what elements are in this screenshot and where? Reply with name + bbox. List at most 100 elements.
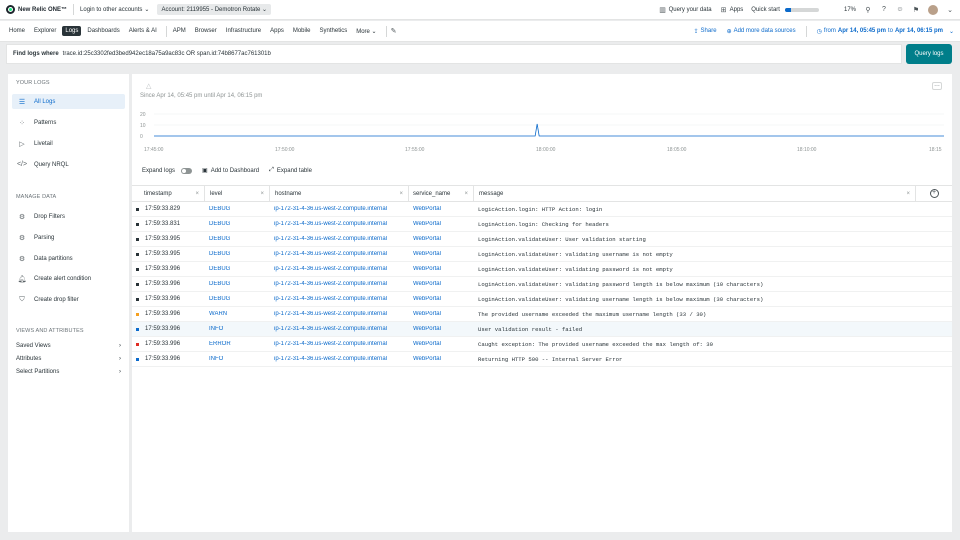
cell-service-name[interactable]: WebPortal [409, 206, 474, 212]
cell-hostname[interactable]: ip-172-31-4-36.us-west-2.compute.interna… [270, 341, 409, 347]
table-row[interactable]: 17:59:33.996 INFO ip-172-31-4-36.us-west-2… [132, 322, 952, 337]
sidebar-item-drop-filters[interactable]: ⚙ Drop Filters [12, 209, 125, 224]
cell-service-name[interactable]: WebPortal [409, 326, 474, 332]
column-header-level[interactable]: level × [205, 186, 270, 201]
nav-mobile[interactable]: Mobile [290, 26, 314, 36]
cell-hostname[interactable]: ip-172-31-4-36.us-west-2.compute.interna… [270, 281, 409, 287]
feedback-icon[interactable]: ☺ [896, 6, 904, 14]
nav-apps[interactable]: Apps [267, 26, 287, 36]
nav-apm[interactable]: APM [170, 26, 189, 36]
sidebar-item-parsing[interactable]: ⚙ Parsing [12, 230, 125, 245]
remove-column-icon[interactable]: × [399, 191, 403, 197]
toggle-switch[interactable] [181, 167, 193, 174]
sidebar-item-all-logs[interactable]: ☰ All Logs [12, 94, 125, 109]
cell-service-name[interactable]: WebPortal [409, 266, 474, 272]
help-icon[interactable]: ? [880, 6, 888, 14]
apps-button[interactable]: ⊞ Apps [720, 6, 744, 14]
cell-level[interactable]: DEBUG [205, 266, 270, 272]
column-header-timestamp[interactable]: timestamp × [132, 186, 205, 201]
avatar[interactable] [928, 4, 938, 15]
table-row[interactable]: 17:59:33.996 WARN ip-172-31-4-36.us-west-2… [132, 307, 952, 322]
login-other-accounts[interactable]: Login to other accounts ⌄ [80, 6, 149, 14]
cell-level[interactable]: INFO [205, 356, 270, 362]
sidebar-item-livetail[interactable]: ▷ Livetail [12, 136, 125, 151]
nav-explorer[interactable]: Explorer [31, 26, 59, 36]
cell-service-name[interactable]: WebPortal [409, 356, 474, 362]
cell-service-name[interactable]: WebPortal [409, 221, 474, 227]
add-to-dashboard-button[interactable]: ▣ Add to Dashboard [202, 167, 259, 175]
account-selector[interactable]: Account: 2119955 - Demotron Rotate ⌄ [157, 4, 272, 15]
table-row[interactable]: 17:59:33.995 DEBUG ip-172-31-4-36.us-west-… [132, 247, 952, 262]
sidebar-item-data-partitions[interactable]: ⚙ Data partitions [12, 251, 125, 266]
nav-alerts[interactable]: Alerts & AI [126, 26, 160, 36]
query-logs-button[interactable]: Query logs [906, 44, 952, 64]
cell-service-name[interactable]: WebPortal [409, 251, 474, 257]
remove-column-icon[interactable]: × [464, 191, 468, 197]
expand-logs-toggle[interactable]: Expand logs [142, 167, 193, 174]
nav-browser[interactable]: Browser [192, 26, 220, 36]
cell-hostname[interactable]: ip-172-31-4-36.us-west-2.compute.interna… [270, 326, 409, 332]
cell-service-name[interactable]: WebPortal [409, 341, 474, 347]
share-button[interactable]: ⇪ Share [694, 28, 717, 35]
sidebar-item-create-alert[interactable]: 🔔︎ Create alert condition [12, 271, 125, 286]
notifications-icon[interactable]: ⚑ [912, 6, 920, 14]
table-row[interactable]: 17:59:33.831 DEBUG ip-172-31-4-36.us-west-… [132, 217, 952, 232]
sidebar-item-query-nrql[interactable]: </> Query NRQL [12, 157, 125, 172]
cell-level[interactable]: DEBUG [205, 236, 270, 242]
time-picker[interactable]: ◷ from Apr 14, 05:45 pm to Apr 14, 06:15… [817, 28, 954, 35]
table-row[interactable]: 17:59:33.829 DEBUG ip-172-31-4-36.us-west-… [132, 202, 952, 217]
cell-hostname[interactable]: ip-172-31-4-36.us-west-2.compute.interna… [270, 236, 409, 242]
cell-hostname[interactable]: ip-172-31-4-36.us-west-2.compute.interna… [270, 251, 409, 257]
nav-synthetics[interactable]: Synthetics [317, 26, 351, 36]
sidebar-item-select-partitions[interactable]: Select Partitions › [16, 369, 121, 375]
expand-table-button[interactable]: ⤢ Expand table [269, 167, 312, 174]
cell-level[interactable]: WARN [205, 311, 270, 317]
cell-level[interactable]: INFO [205, 326, 270, 332]
brand-logo[interactable]: New Relic ONE™ [6, 5, 67, 14]
column-header-hostname[interactable]: hostname × [270, 186, 409, 201]
quick-start-button[interactable]: Quick start 17% [751, 7, 856, 13]
remove-column-icon[interactable]: × [906, 191, 910, 197]
edit-pencil-icon[interactable]: ✎ [390, 27, 398, 35]
column-header-service-name[interactable]: service_name × [409, 186, 474, 201]
cell-hostname[interactable]: ip-172-31-4-36.us-west-2.compute.interna… [270, 221, 409, 227]
table-row[interactable]: 17:59:33.996 DEBUG ip-172-31-4-36.us-west-… [132, 262, 952, 277]
nav-home[interactable]: Home [6, 26, 28, 36]
search-icon[interactable]: ⚲ [864, 6, 872, 14]
table-row[interactable]: 17:59:33.996 DEBUG ip-172-31-4-36.us-west-… [132, 292, 952, 307]
table-row[interactable]: 17:59:33.996 DEBUG ip-172-31-4-36.us-west-… [132, 277, 952, 292]
cell-level[interactable]: ERROR [205, 341, 270, 347]
more-options-icon[interactable]: … [932, 82, 942, 90]
sidebar-item-attributes[interactable]: Attributes › [16, 356, 121, 362]
table-row[interactable]: 17:59:33.996 ERROR ip-172-31-4-36.us-west-… [132, 337, 952, 352]
cell-hostname[interactable]: ip-172-31-4-36.us-west-2.compute.interna… [270, 266, 409, 272]
query-your-data-button[interactable]: ▥ Query your data [659, 6, 711, 14]
query-input[interactable]: trace.id:25c3302fed3bed942ec18a75a9ac83c… [63, 51, 271, 57]
table-row[interactable]: 17:59:33.996 INFO ip-172-31-4-36.us-west-2… [132, 352, 952, 367]
nav-dashboards[interactable]: Dashboards [84, 26, 122, 36]
nav-logs[interactable]: Logs [62, 26, 82, 36]
cell-level[interactable]: DEBUG [205, 281, 270, 287]
nav-more[interactable]: More ⌄ [353, 26, 379, 37]
cell-level[interactable]: DEBUG [205, 221, 270, 227]
cell-level[interactable]: DEBUG [205, 296, 270, 302]
cell-service-name[interactable]: WebPortal [409, 281, 474, 287]
cell-service-name[interactable]: WebPortal [409, 311, 474, 317]
sidebar-item-patterns[interactable]: ⁘ Patterns [12, 115, 125, 130]
column-header-message[interactable]: message × [474, 186, 916, 201]
cell-level[interactable]: DEBUG [205, 251, 270, 257]
add-column-button[interactable]: + [916, 186, 952, 201]
nav-infrastructure[interactable]: Infrastructure [223, 26, 264, 36]
cell-service-name[interactable]: WebPortal [409, 236, 474, 242]
query-bar[interactable]: Find logs where trace.id:25c3302fed3bed9… [6, 44, 902, 64]
cell-service-name[interactable]: WebPortal [409, 296, 474, 302]
sidebar-item-saved-views[interactable]: Saved Views › [16, 343, 121, 349]
cell-hostname[interactable]: ip-172-31-4-36.us-west-2.compute.interna… [270, 296, 409, 302]
cell-hostname[interactable]: ip-172-31-4-36.us-west-2.compute.interna… [270, 206, 409, 212]
remove-column-icon[interactable]: × [195, 191, 199, 197]
cell-hostname[interactable]: ip-172-31-4-36.us-west-2.compute.interna… [270, 356, 409, 362]
cell-hostname[interactable]: ip-172-31-4-36.us-west-2.compute.interna… [270, 311, 409, 317]
add-data-sources-button[interactable]: ⊕ Add more data sources [727, 28, 796, 35]
remove-column-icon[interactable]: × [260, 191, 264, 197]
sidebar-item-create-drop-filter[interactable]: ⛉ Create drop filter [12, 292, 125, 307]
